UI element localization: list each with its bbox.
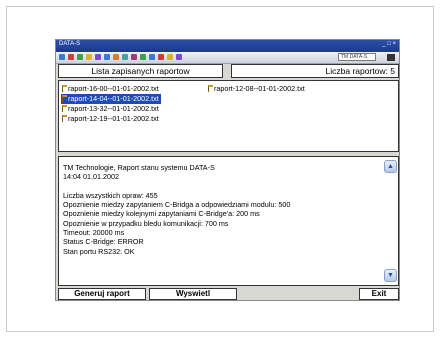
file-name: raport-12-08--01-01-2002.txt [214, 84, 305, 93]
header-row: Lista zapisanych raportow Liczba raporto… [58, 64, 399, 78]
file-column-1: raport-16-00--01-01-2002.txt raport-14-0… [61, 84, 161, 124]
report-line: Stan portu RS232: OK [63, 246, 135, 256]
pda-window: DATA-S _ □ × TM DATA-S Lista zapisanych … [55, 39, 400, 301]
vertical-scrollbar[interactable]: ▲ ▼ [384, 158, 397, 284]
list-item[interactable]: raport-13-32--01-01-2002.txt [61, 104, 161, 114]
toolbar-icon[interactable] [104, 54, 110, 60]
list-title: Lista zapisanych raportow [58, 64, 223, 78]
file-column-2: raport-12-08--01-01-2002.txt [207, 84, 307, 94]
toolbar: TM DATA-S [56, 52, 399, 64]
file-name: raport-14-04--01-01-2002.txt [68, 94, 159, 103]
toolbar-icon[interactable] [113, 54, 119, 60]
file-name: raport-12-19--01-01-2002.txt [68, 114, 159, 123]
title-bar: DATA-S _ □ × [56, 40, 399, 52]
file-icon [62, 85, 67, 92]
report-line [63, 182, 385, 191]
toolbar-icon[interactable] [59, 54, 65, 60]
file-icon [62, 105, 67, 112]
toolbar-icon[interactable] [149, 54, 155, 60]
file-icon [62, 95, 67, 102]
app-title: DATA-S [59, 41, 81, 47]
file-name: raport-13-32--01-01-2002.txt [68, 104, 159, 113]
toolbar-icon[interactable] [140, 54, 146, 60]
report-line: Opoznienie w przypadku bledu komunikacji… [63, 218, 229, 228]
report-line: Status C-Bridge: ERROR [63, 237, 144, 247]
list-item[interactable]: raport-12-08--01-01-2002.txt [207, 84, 307, 94]
report-file-list[interactable]: raport-16-00--01-01-2002.txt raport-14-0… [58, 80, 399, 152]
toolbar-icon[interactable] [131, 54, 137, 60]
toolbar-icon[interactable] [86, 54, 92, 60]
report-line: Timeout: 20000 ms [63, 228, 125, 238]
file-name: raport-16-00--01-01-2002.txt [68, 84, 159, 93]
toolbar-icon[interactable] [95, 54, 101, 60]
list-item[interactable]: raport-12-19--01-01-2002.txt [61, 114, 161, 124]
exit-button[interactable]: Exit [359, 288, 399, 300]
report-text-area[interactable]: TM Technologie, Raport stanu systemu DAT… [58, 156, 399, 286]
toolbar-icon[interactable] [68, 54, 74, 60]
toolbar-icon[interactable] [176, 54, 182, 60]
toolbar-address-field[interactable]: TM DATA-S [338, 53, 376, 61]
report-line: Liczba wszystkich opraw: 455 [63, 190, 158, 200]
scroll-down-icon[interactable]: ▼ [384, 269, 397, 282]
scroll-up-icon[interactable]: ▲ [384, 160, 397, 173]
file-icon [62, 115, 67, 122]
file-icon [208, 85, 213, 92]
toolbar-menu-icon[interactable] [387, 54, 395, 61]
report-line: 14:04 01.01.2002 [63, 172, 119, 182]
report-line: TM Technologie, Raport stanu systemu DAT… [63, 163, 215, 172]
toolbar-icon[interactable] [122, 54, 128, 60]
toolbar-icon[interactable] [77, 54, 83, 60]
window-controls-icon[interactable]: _ □ × [382, 41, 396, 47]
report-count: Liczba raportow: 5 [231, 64, 399, 78]
list-item[interactable]: raport-16-00--01-01-2002.txt [61, 84, 161, 94]
bottom-button-bar: Generuj raport Wyswietl Exit [58, 288, 399, 300]
toolbar-icon[interactable] [158, 54, 164, 60]
report-line: Opoznienie miedzy kolejnymi zapytaniami … [63, 209, 260, 219]
list-item-selected[interactable]: raport-14-04--01-01-2002.txt [61, 94, 161, 104]
generate-report-button[interactable]: Generuj raport [58, 288, 146, 300]
toolbar-icon[interactable] [167, 54, 173, 60]
show-report-button[interactable]: Wyswietl [149, 288, 237, 300]
report-line: Opoznienie miedzy zapytaniem C-Bridga a … [63, 200, 291, 210]
report-content: TM Technologie, Raport stanu systemu DAT… [63, 163, 385, 256]
